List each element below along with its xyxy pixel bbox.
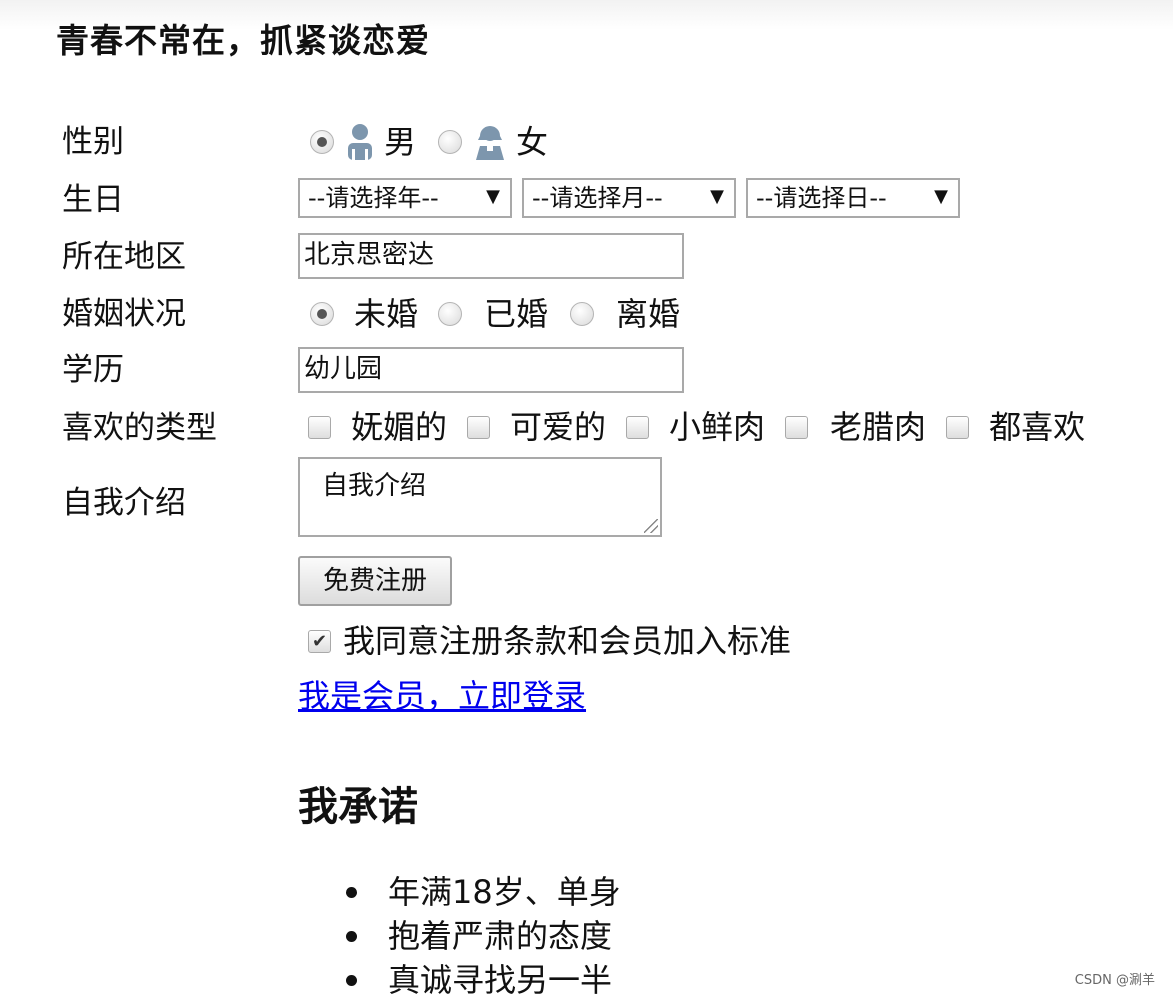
dropdown-arrow-icon: ▼ (710, 186, 724, 207)
marital-married-radio[interactable] (438, 302, 463, 326)
marital-divorced-label: 离婚 (616, 295, 681, 333)
birth-day-select[interactable]: --请选择日-- ▼ (746, 178, 960, 218)
birth-year-value: --请选择年-- (308, 184, 439, 212)
birth-year-select[interactable]: --请选择年-- ▼ (298, 178, 512, 218)
region-input[interactable]: 北京思密达 (298, 233, 684, 279)
list-item: 真诚寻找另一半 (342, 958, 621, 1002)
male-user-icon (342, 122, 378, 162)
types-label: 喜欢的类型 (62, 410, 217, 446)
agree-checkbox[interactable]: ✔ (308, 629, 331, 653)
types-options: 妩媚的 可爱的 小鲜肉 老腊肉 都喜欢 (308, 407, 1085, 447)
dropdown-arrow-icon: ▼ (934, 186, 948, 207)
intro-textarea[interactable]: 自我介绍 (298, 457, 662, 537)
type-charming-label: 妩媚的 (351, 408, 448, 446)
intro-text: 自我介绍 (322, 471, 427, 501)
marital-unmarried-label: 未婚 (354, 295, 419, 333)
type-young-label: 小鲜肉 (669, 408, 766, 446)
female-user-icon (472, 122, 508, 162)
type-charming-checkbox[interactable] (308, 415, 331, 439)
education-input[interactable]: 幼儿园 (298, 347, 684, 393)
type-cute-label: 可爱的 (510, 408, 607, 446)
birth-month-select[interactable]: --请选择月-- ▼ (522, 178, 736, 218)
marital-options: 未婚 已婚 离婚 (310, 294, 680, 334)
type-cute-checkbox[interactable] (467, 415, 491, 439)
gender-options: 男 女 (310, 122, 548, 162)
marital-label: 婚姻状况 (62, 296, 186, 332)
type-young-checkbox[interactable] (626, 415, 650, 439)
resize-grip-icon[interactable] (644, 519, 658, 533)
gender-female-radio[interactable] (438, 130, 463, 154)
page-title: 青春不常在，抓紧谈恋爱 (56, 21, 430, 60)
birth-day-value: --请选择日-- (756, 184, 887, 212)
education-label: 学历 (62, 352, 124, 388)
region-label: 所在地区 (62, 239, 186, 275)
type-all-label: 都喜欢 (989, 408, 1086, 446)
birth-month-value: --请选择月-- (532, 184, 663, 212)
register-button[interactable]: 免费注册 (298, 556, 452, 606)
gender-female-label: 女 (516, 123, 549, 161)
type-all-checkbox[interactable] (946, 415, 970, 439)
gender-male-radio[interactable] (310, 130, 334, 154)
watermark: CSDN @涮羊 (1074, 973, 1155, 988)
list-item: 抱着严肃的态度 (342, 914, 621, 958)
login-link[interactable]: 我是会员，立即登录 (298, 676, 586, 716)
birthday-label: 生日 (62, 182, 124, 218)
type-mature-label: 老腊肉 (830, 408, 927, 446)
promise-list: 年满18岁、单身 抱着严肃的态度 真诚寻找另一半 (342, 870, 621, 1002)
agree-row: ✔ 我同意注册条款和会员加入标准 (308, 621, 791, 661)
marital-divorced-radio[interactable] (570, 302, 595, 326)
list-item: 年满18岁、单身 (342, 870, 621, 914)
gender-male-label: 男 (384, 123, 417, 161)
promise-title: 我承诺 (298, 784, 418, 830)
marital-married-label: 已婚 (484, 295, 549, 333)
marital-unmarried-radio[interactable] (310, 302, 334, 326)
birthday-selects: --请选择年-- ▼ --请选择月-- ▼ --请选择日-- ▼ (298, 178, 970, 218)
dropdown-arrow-icon: ▼ (486, 186, 500, 207)
type-mature-checkbox[interactable] (785, 415, 809, 439)
agree-label: 我同意注册条款和会员加入标准 (343, 622, 792, 660)
intro-label: 自我介绍 (62, 485, 186, 521)
gender-label: 性别 (62, 124, 124, 160)
